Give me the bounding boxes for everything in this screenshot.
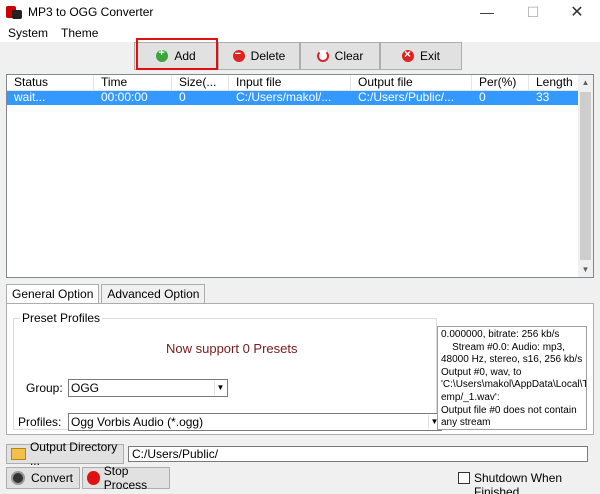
convert-icon [11, 471, 25, 485]
output-directory-button[interactable]: Output Directory ... [6, 440, 124, 468]
minimize-button[interactable]: — [464, 0, 510, 24]
cell-size: 0 [179, 91, 186, 104]
menu-system[interactable]: System [2, 26, 54, 40]
list-header: Status Time Size(... Input file Output f… [7, 75, 579, 91]
cell-percent: 0 [479, 91, 486, 104]
option-tabs: General Option Advanced Option [6, 284, 207, 305]
add-highlight-frame [136, 38, 218, 70]
column-input-file[interactable]: Input file [229, 75, 351, 91]
group-select[interactable]: OGG ▼ [68, 379, 228, 397]
tab-advanced-option[interactable]: Advanced Option [101, 284, 206, 304]
close-button[interactable]: ✕ [554, 0, 600, 24]
scroll-up-icon[interactable]: ▲ [578, 75, 593, 90]
log-line: any stream [441, 417, 491, 429]
cell-input-file: C:/Users/makol/... [236, 91, 332, 104]
menu-theme[interactable]: Theme [55, 26, 104, 40]
scroll-down-icon[interactable]: ▼ [578, 262, 593, 277]
cell-output-file: C:/Users/Public/... [358, 91, 455, 104]
preset-count-text: Now support 0 Presets [166, 341, 298, 356]
general-option-panel: Preset Profiles Now support 0 Presets Gr… [6, 303, 594, 435]
convert-button[interactable]: Convert [6, 467, 80, 489]
cell-status: wait... [14, 91, 46, 104]
list-scrollbar[interactable]: ▲ ▼ [578, 75, 593, 277]
cell-time: 00:00:00 [101, 91, 148, 104]
delete-icon [232, 48, 245, 62]
file-list[interactable]: Status Time Size(... Input file Output f… [6, 74, 594, 278]
tab-general-option[interactable]: General Option [6, 284, 100, 305]
log-line: Output #0, wav, to [441, 366, 522, 378]
preset-profiles-legend: Preset Profiles [20, 311, 103, 325]
shutdown-label: Shutdown When Finished [474, 471, 563, 494]
column-length[interactable]: Length [529, 75, 579, 91]
table-row[interactable]: wait... 00:00:00 0 C:/Users/makol/... C:… [7, 91, 579, 105]
title-bar: MP3 to OGG Converter — ☐ ✕ [0, 0, 600, 24]
scroll-thumb[interactable] [580, 92, 591, 260]
log-line: 48000 Hz, stereo, s16, 256 kb/s [441, 354, 583, 366]
menu-bar: System Theme [0, 24, 600, 42]
cell-length: 33 [536, 91, 550, 104]
shutdown-checkbox[interactable] [458, 472, 470, 484]
preset-profiles-group: Preset Profiles Now support 0 Presets Gr… [13, 311, 442, 431]
log-output[interactable]: 0.000000, bitrate: 256 kb/s Stream #0.0:… [437, 326, 587, 430]
column-output-file[interactable]: Output file [351, 75, 472, 91]
column-time[interactable]: Time [94, 75, 172, 91]
column-size[interactable]: Size(... [172, 75, 229, 91]
log-line: 0.000000, bitrate: 256 kb/s [441, 329, 560, 340]
clear-icon [316, 50, 329, 62]
log-line: emp/_1.wav': [441, 391, 500, 403]
folder-icon [11, 448, 26, 460]
exit-button[interactable]: Exit [380, 42, 462, 70]
toolbar: Add Delete Clear Exit [0, 42, 600, 72]
stop-icon [87, 471, 100, 485]
log-line: Stream #0.0: Audio: mp3, [441, 341, 565, 353]
profiles-select[interactable]: Ogg Vorbis Audio (*.ogg) ▼ [68, 413, 442, 431]
column-status[interactable]: Status [7, 75, 94, 91]
clear-button[interactable]: Clear [300, 42, 380, 70]
log-line: Output file #0 does not contain [441, 404, 577, 416]
log-line: 'C:\Users\makol\AppData\Local\T [441, 379, 587, 391]
maximize-button[interactable]: ☐ [510, 0, 556, 24]
chevron-down-icon[interactable]: ▼ [214, 381, 226, 395]
window-title: MP3 to OGG Converter [28, 5, 154, 19]
group-label: Group: [26, 381, 63, 395]
column-percent[interactable]: Per(%) [472, 75, 529, 91]
app-icon [6, 4, 22, 20]
stop-process-button[interactable]: Stop Process [82, 464, 170, 492]
profiles-label: Profiles: [18, 415, 62, 429]
output-directory-field[interactable]: C:/Users/Public/ [128, 446, 588, 462]
exit-icon [401, 47, 414, 62]
delete-button[interactable]: Delete [218, 42, 300, 70]
